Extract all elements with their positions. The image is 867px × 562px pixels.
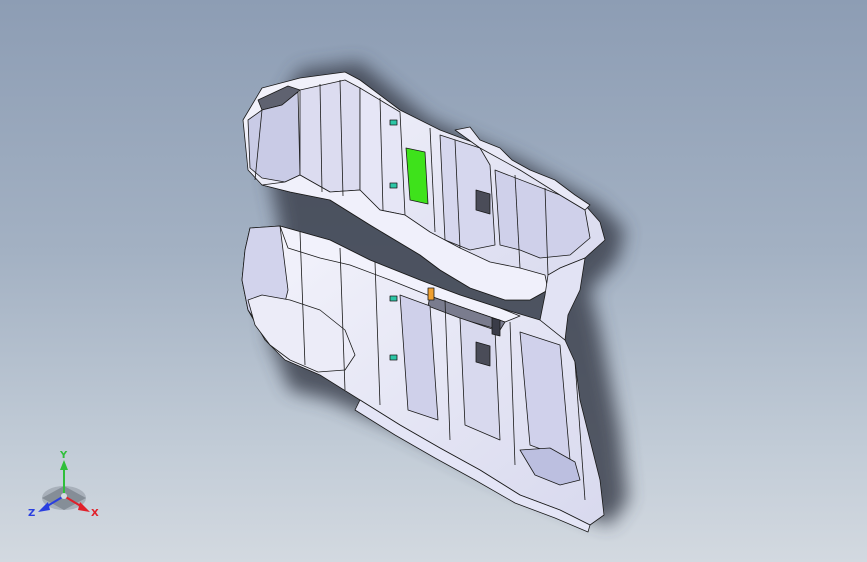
- y-axis-arrow: [60, 460, 68, 470]
- z-axis-label: Z: [28, 508, 35, 519]
- triad-origin: [61, 493, 67, 499]
- orientation-triad[interactable]: Y X Z: [24, 446, 104, 526]
- upper-cutout: [475, 189, 491, 215]
- lower-cutout: [475, 341, 491, 367]
- lower-rib: [459, 317, 501, 441]
- cad-part-model[interactable]: [0, 0, 867, 562]
- x-axis-label: X: [91, 508, 99, 519]
- z-axis-arrow: [38, 502, 50, 512]
- selected-feature-orange[interactable]: [427, 287, 435, 301]
- clip: [389, 295, 398, 302]
- clip: [389, 354, 398, 361]
- lower-slot: [491, 317, 501, 337]
- graphics-viewport[interactable]: Y X Z: [0, 0, 867, 562]
- x-axis-arrow: [78, 502, 90, 512]
- y-axis-label: Y: [59, 450, 68, 461]
- clip: [389, 182, 398, 189]
- upper-groove: [299, 79, 361, 193]
- selected-face-green[interactable]: [405, 147, 429, 205]
- clip: [389, 119, 398, 126]
